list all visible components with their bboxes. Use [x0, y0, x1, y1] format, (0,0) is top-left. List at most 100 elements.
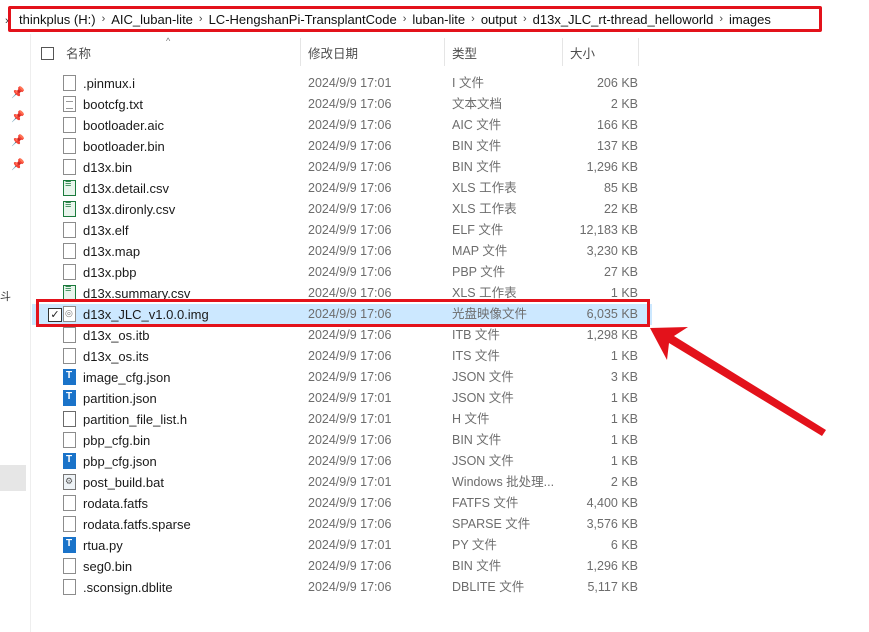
breadcrumb-segment[interactable]: LC-HengshanPi-TransplantCode: [203, 12, 403, 27]
file-row[interactable]: image_cfg.json 2024/9/9 17:06 JSON 文件 3 KB: [32, 367, 652, 388]
file-name: d13x.detail.csv: [83, 181, 169, 196]
column-divider[interactable]: [300, 38, 301, 66]
breadcrumb-label: images: [728, 11, 771, 27]
file-name: bootcfg.txt: [83, 97, 143, 112]
file-row[interactable]: d13x.dironly.csv 2024/9/9 17:06 XLS 工作表 22 …: [32, 199, 652, 220]
pin-icon[interactable]: 📌: [11, 134, 25, 147]
file-row[interactable]: partition.json 2024/9/9 17:01 JSON 文件 1 KB: [32, 388, 652, 409]
file-row[interactable]: .sconsign.dblite 2024/9/9 17:06 DBLITE 文件 5…: [32, 577, 652, 598]
file-icon: [63, 117, 76, 133]
breadcrumb-segment[interactable]: AIC_luban-lite: [105, 12, 199, 27]
file-type: FATFS 文件: [452, 496, 519, 510]
select-all-checkbox[interactable]: [41, 47, 54, 60]
file-name: image_cfg.json: [83, 370, 171, 385]
file-row[interactable]: rtua.py 2024/9/9 17:01 PY 文件 6 KB: [32, 535, 652, 556]
file-date: 2024/9/9 17:06: [308, 349, 392, 363]
file-size: 2 KB: [610, 97, 638, 111]
file-row[interactable]: ✓ d13x_JLC_v1.0.0.img 2024/9/9 17:06 光盘映像文件…: [32, 304, 652, 325]
file-name: bootloader.bin: [83, 139, 165, 154]
column-date[interactable]: 修改日期: [302, 34, 444, 70]
file-type: BIN 文件: [452, 160, 502, 174]
file-row[interactable]: d13x.summary.csv 2024/9/9 17:06 XLS 工作表 1 K…: [32, 283, 652, 304]
breadcrumb-segment[interactable]: luban-lite: [406, 12, 471, 27]
file-date: 2024/9/9 17:01: [308, 76, 392, 90]
file-row[interactable]: d13x.elf 2024/9/9 17:06 ELF 文件 12,183 KB: [32, 220, 652, 241]
file-row[interactable]: partition_file_list.h 2024/9/9 17:01 H 文件 1…: [32, 409, 652, 430]
file-row[interactable]: seg0.bin 2024/9/9 17:06 BIN 文件 1,296 KB: [32, 556, 652, 577]
chevron-right-icon[interactable]: ›: [5, 15, 9, 27]
column-name[interactable]: 名称: [60, 34, 300, 70]
file-name: partition_file_list.h: [83, 412, 188, 427]
file-row[interactable]: d13x_os.its 2024/9/9 17:06 ITS 文件 1 KB: [32, 346, 652, 367]
file-row[interactable]: d13x.pbp 2024/9/9 17:06 PBP 文件 27 KB: [32, 262, 652, 283]
file-row[interactable]: rodata.fatfs.sparse 2024/9/9 17:06 SPARSE …: [32, 514, 652, 535]
breadcrumb-segment[interactable]: images: [723, 12, 777, 27]
file-name: d13x.bin: [83, 160, 133, 175]
file-size: 1 KB: [610, 412, 638, 426]
file-row[interactable]: bootloader.aic 2024/9/9 17:06 AIC 文件 166 KB: [32, 115, 652, 136]
file-icon: [63, 159, 76, 175]
file-type: ITS 文件: [452, 349, 500, 363]
column-type[interactable]: 类型: [446, 34, 562, 70]
file-name: d13x.dironly.csv: [83, 202, 176, 217]
file-date: 2024/9/9 17:06: [308, 139, 392, 153]
breadcrumb-segment[interactable]: output: [475, 12, 523, 27]
nav-item-highlight[interactable]: [0, 465, 26, 491]
json-file-icon: [63, 537, 76, 553]
column-divider[interactable]: [562, 38, 563, 66]
address-bar[interactable]: › thinkplus (H:) › AIC_luban-lite › LC-Hengs…: [5, 6, 822, 32]
file-size: 166 KB: [596, 118, 638, 132]
file-date: 2024/9/9 17:01: [308, 412, 392, 426]
file-size: 1 KB: [610, 349, 638, 363]
file-type: ITB 文件: [452, 328, 500, 342]
file-date: 2024/9/9 17:06: [308, 244, 392, 258]
pin-icon[interactable]: 📌: [11, 110, 25, 123]
file-row[interactable]: pbp_cfg.json 2024/9/9 17:06 JSON 文件 1 KB: [32, 451, 652, 472]
file-row[interactable]: d13x.map 2024/9/9 17:06 MAP 文件 3,230 KB: [32, 241, 652, 262]
file-type: SPARSE 文件: [452, 517, 531, 531]
file-name: rtua.py: [83, 538, 123, 553]
file-size: 206 KB: [596, 76, 638, 90]
batch-file-icon: [63, 474, 76, 490]
pin-icon[interactable]: 📌: [11, 86, 25, 99]
file-date: 2024/9/9 17:06: [308, 307, 392, 321]
file-row[interactable]: rodata.fatfs 2024/9/9 17:06 FATFS 文件 4,400 …: [32, 493, 652, 514]
file-date: 2024/9/9 17:06: [308, 202, 392, 216]
file-name: .pinmux.i: [83, 76, 136, 91]
file-size: 12,183 KB: [579, 223, 638, 237]
file-size: 22 KB: [603, 202, 638, 216]
file-row[interactable]: post_build.bat 2024/9/9 17:01 Windows 批处理.…: [32, 472, 652, 493]
arrow-annotation: [650, 327, 826, 436]
file-row[interactable]: bootloader.bin 2024/9/9 17:06 BIN 文件 137 KB: [32, 136, 652, 157]
nav-item-fragment[interactable]: 斗: [0, 288, 11, 304]
column-size[interactable]: 大小: [564, 34, 638, 70]
row-checkbox[interactable]: ✓: [48, 308, 62, 322]
file-row[interactable]: bootcfg.txt 2024/9/9 17:06 文本文档 2 KB: [32, 94, 652, 115]
file-date: 2024/9/9 17:06: [308, 181, 392, 195]
file-size: 1 KB: [610, 433, 638, 447]
file-name: seg0.bin: [83, 559, 133, 574]
file-date: 2024/9/9 17:01: [308, 475, 392, 489]
pin-icon[interactable]: 📌: [11, 158, 25, 171]
file-row[interactable]: .pinmux.i 2024/9/9 17:01 I 文件 206 KB: [32, 73, 652, 94]
file-size: 4,400 KB: [586, 496, 638, 510]
file-icon: [63, 222, 76, 238]
file-size: 1,296 KB: [586, 160, 638, 174]
file-name: d13x.map: [83, 244, 141, 259]
file-row[interactable]: d13x_os.itb 2024/9/9 17:06 ITB 文件 1,298 KB: [32, 325, 652, 346]
file-row[interactable]: d13x.detail.csv 2024/9/9 17:06 XLS 工作表 85 K…: [32, 178, 652, 199]
file-row[interactable]: d13x.bin 2024/9/9 17:06 BIN 文件 1,296 KB: [32, 157, 652, 178]
file-row[interactable]: pbp_cfg.bin 2024/9/9 17:06 BIN 文件 1 KB: [32, 430, 652, 451]
file-name: rodata.fatfs.sparse: [83, 517, 191, 532]
column-divider[interactable]: [638, 38, 639, 66]
file-icon: [63, 432, 76, 448]
spreadsheet-icon: [63, 178, 76, 196]
file-icon: [63, 264, 76, 280]
file-type: AIC 文件: [452, 118, 502, 132]
breadcrumb-segment[interactable]: thinkplus (H:): [13, 12, 102, 27]
column-divider[interactable]: [444, 38, 445, 66]
file-date: 2024/9/9 17:06: [308, 517, 392, 531]
json-file-icon: [63, 453, 76, 469]
breadcrumb-segment[interactable]: d13x_JLC_rt-thread_helloworld: [527, 12, 720, 27]
file-type: XLS 工作表: [452, 286, 517, 300]
